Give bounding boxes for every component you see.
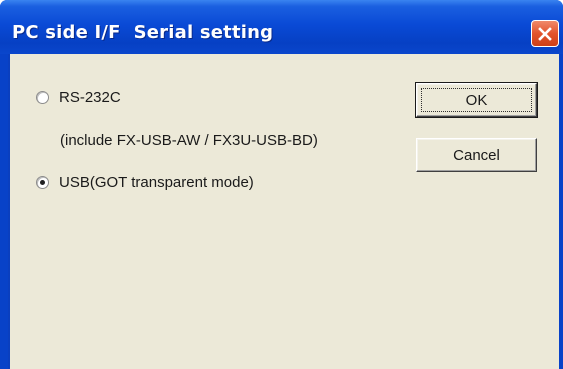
cancel-button-label: Cancel [453,146,500,164]
usb-radio[interactable] [36,176,49,189]
title-bar[interactable]: PC side I/F Serial setting [0,0,563,54]
close-icon [538,26,552,41]
dialog-title: PC side I/F Serial setting [12,22,274,43]
usb-option[interactable]: USB(GOT transparent mode) [36,174,254,191]
dialog-body: RS-232C (include FX-USB-AW / FX3U-USB-BD… [8,54,559,369]
rs232c-label: RS-232C [59,89,121,106]
rs232c-note: (include FX-USB-AW / FX3U-USB-BD) [60,132,318,149]
rs232c-option[interactable]: RS-232C [36,89,121,106]
ok-button[interactable]: OK [415,82,538,118]
rs232c-radio[interactable] [36,91,49,104]
ok-focus-rect [421,88,532,112]
dialog-window: PC side I/F Serial setting RS-232C (incl… [0,0,563,369]
usb-label: USB(GOT transparent mode) [59,174,254,191]
cancel-button[interactable]: Cancel [416,138,537,172]
close-button[interactable] [531,20,559,47]
